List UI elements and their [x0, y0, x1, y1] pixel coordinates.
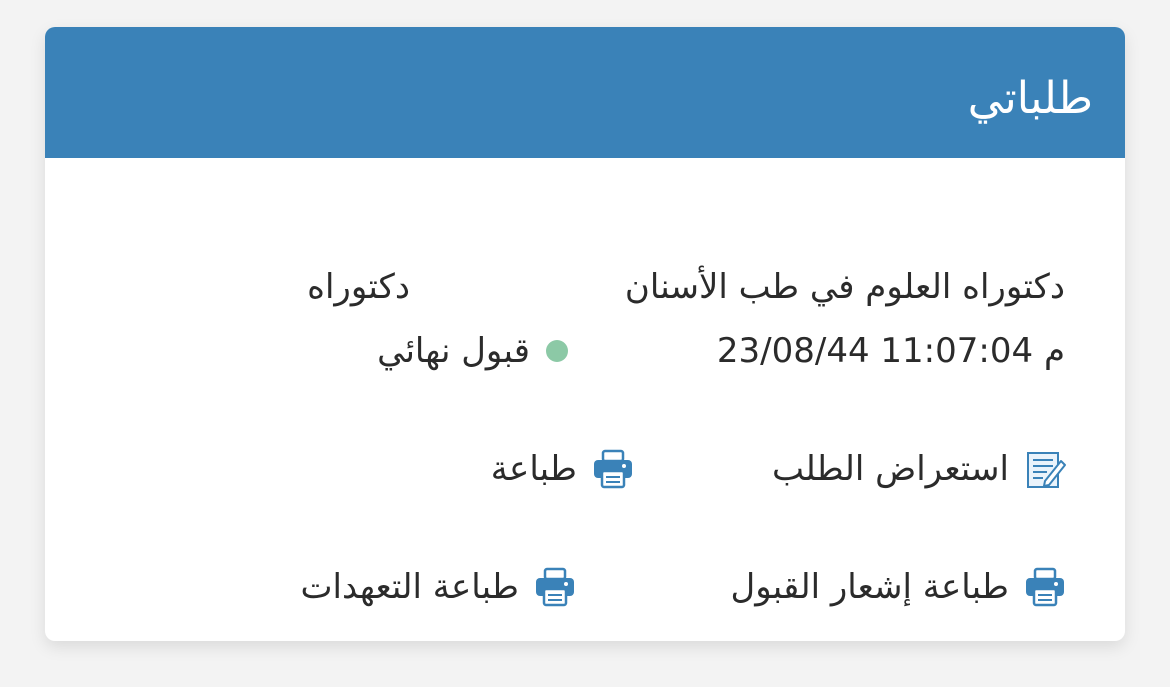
card-title: طلباتي: [967, 73, 1093, 124]
print-acceptance-label: طباعة إشعار القبول: [730, 567, 1009, 607]
view-request-link[interactable]: استعراض الطلب: [772, 447, 1067, 491]
printer-icon: [594, 449, 632, 489]
my-requests-card: طلباتي دكتوراه العلوم في طب الأسنان دكتو…: [45, 27, 1125, 641]
printer-icon: [1026, 567, 1064, 607]
printer-icon: [536, 567, 574, 607]
print-link[interactable]: طباعة: [491, 447, 635, 491]
view-request-label: استعراض الطلب: [771, 449, 1009, 489]
print-acceptance-notice-link[interactable]: طباعة إشعار القبول: [731, 565, 1067, 609]
status-dot-icon: [546, 340, 568, 362]
program-name: دكتوراه العلوم في طب الأسنان: [624, 267, 1065, 307]
degree-name: دكتوراه: [307, 267, 410, 307]
edit-document-icon: [1027, 452, 1066, 488]
status-label: قبول نهائي: [377, 331, 530, 371]
card-header: طلباتي: [45, 27, 1125, 158]
print-pledges-link[interactable]: طباعة التعهدات: [301, 565, 577, 609]
print-pledges-label: طباعة التعهدات: [300, 567, 519, 607]
print-label: طباعة: [490, 449, 577, 489]
request-datetime: 23/08/44 11:07:04 م: [716, 331, 1065, 371]
status-badge: قبول نهائي: [377, 329, 568, 373]
